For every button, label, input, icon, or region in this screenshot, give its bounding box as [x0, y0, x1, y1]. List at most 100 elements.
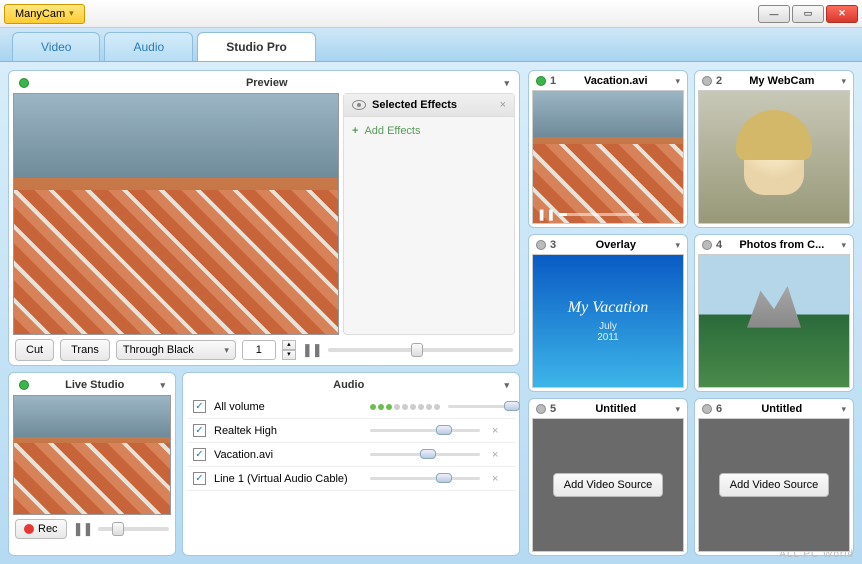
- close-icon[interactable]: ×: [500, 99, 506, 111]
- eye-icon[interactable]: [352, 100, 366, 110]
- audio-source-label: Vacation.avi: [214, 449, 362, 461]
- status-dot-icon: [536, 404, 546, 414]
- source-thumbnail[interactable]: [698, 254, 850, 388]
- source-title: Vacation.avi: [560, 75, 671, 87]
- status-dot-icon: [19, 380, 29, 390]
- add-video-source-button[interactable]: Add Video Source: [719, 473, 829, 497]
- tab-studio-pro[interactable]: Studio Pro: [197, 32, 316, 61]
- source-header: 6 Untitled ▾: [698, 402, 850, 418]
- tab-audio[interactable]: Audio: [104, 32, 193, 61]
- trans-button[interactable]: Trans: [60, 339, 110, 361]
- remove-icon[interactable]: ×: [488, 425, 502, 437]
- tab-strip: Video Audio Studio Pro: [0, 28, 862, 62]
- remove-icon[interactable]: ×: [488, 473, 502, 485]
- spin-up-button[interactable]: ▴: [282, 340, 296, 350]
- add-effects-button[interactable]: + Add Effects: [344, 117, 514, 145]
- effects-pane: Selected Effects × + Add Effects: [343, 93, 515, 335]
- source-header: 3Overlay▾: [532, 238, 684, 254]
- vu-meter: [370, 404, 440, 410]
- preview-header: Preview ▾: [13, 75, 515, 93]
- status-dot-icon: [702, 404, 712, 414]
- status-dot-icon: [19, 78, 29, 88]
- overlay-sub: July: [599, 321, 617, 332]
- live-controls: Rec ❚❚: [13, 515, 171, 539]
- source-cell-4[interactable]: 4 Photos from C... ▾: [694, 234, 854, 392]
- chevron-down-icon[interactable]: ▾: [675, 76, 680, 87]
- status-dot-icon: [536, 76, 546, 86]
- pause-icon[interactable]: ❚❚: [302, 342, 322, 358]
- minimize-button[interactable]: —: [758, 5, 790, 23]
- source-cell-2[interactable]: 2My WebCam▾: [694, 70, 854, 228]
- source-number: 6: [716, 403, 722, 415]
- source-title: Overlay: [560, 239, 671, 251]
- source-title: Photos from C...: [726, 239, 837, 251]
- titlebar: ManyCam — ▭ ✕: [0, 0, 862, 28]
- source-thumbnail[interactable]: My VacationJuly2011: [532, 254, 684, 388]
- maximize-button[interactable]: ▭: [792, 5, 824, 23]
- chevron-down-icon[interactable]: ▾: [160, 380, 165, 391]
- checkbox[interactable]: ✓: [193, 448, 206, 461]
- source-cell-5[interactable]: 5 Untitled ▾ Add Video Source: [528, 398, 688, 556]
- chevron-down-icon[interactable]: ▾: [675, 404, 680, 415]
- volume-slider[interactable]: [370, 477, 480, 480]
- source-thumbnail[interactable]: [698, 90, 850, 224]
- checkbox[interactable]: ✓: [193, 424, 206, 437]
- chevron-down-icon[interactable]: ▾: [841, 76, 846, 87]
- audio-source-label: All volume: [214, 401, 362, 413]
- audio-title: Audio: [193, 379, 504, 391]
- pause-icon[interactable]: ❚❚: [73, 521, 93, 537]
- remove-icon[interactable]: ×: [488, 449, 502, 461]
- preview-panel: Preview ▾ Selected Effects × + Add Effec…: [8, 70, 520, 366]
- source-title: Untitled: [560, 403, 671, 415]
- source-number: 5: [550, 403, 556, 415]
- record-button[interactable]: Rec: [15, 519, 67, 539]
- source-title: Untitled: [726, 403, 837, 415]
- play-controls[interactable]: ❚❚: [537, 208, 639, 221]
- source-thumbnail[interactable]: ❚❚: [532, 90, 684, 224]
- right-column: 1Vacation.avi▾❚❚2My WebCam▾3Overlay▾My V…: [528, 70, 854, 556]
- overlay-title: My Vacation: [568, 299, 648, 317]
- preview-video[interactable]: [13, 93, 339, 335]
- live-slider[interactable]: [98, 527, 169, 531]
- transition-select[interactable]: Through Black ▾: [116, 340, 236, 360]
- bottom-row: Live Studio ▾ Rec ❚❚ Audio: [8, 372, 520, 556]
- workspace: Preview ▾ Selected Effects × + Add Effec…: [0, 62, 862, 564]
- app-menu-button[interactable]: ManyCam: [4, 4, 85, 24]
- window-controls: — ▭ ✕: [758, 5, 858, 23]
- cut-button[interactable]: Cut: [15, 339, 54, 361]
- source-number: 1: [550, 75, 556, 87]
- audio-source-label: Line 1 (Virtual Audio Cable): [214, 473, 362, 485]
- spin-down-button[interactable]: ▾: [282, 350, 296, 360]
- checkbox[interactable]: ✓: [193, 472, 206, 485]
- source-header: 2My WebCam▾: [698, 74, 850, 90]
- audio-rows: ✓All volume✓Realtek High×✓Vacation.avi×✓…: [187, 395, 515, 491]
- source-header: 5 Untitled ▾: [532, 402, 684, 418]
- source-cell-3[interactable]: 3Overlay▾My VacationJuly2011: [528, 234, 688, 392]
- duration-spinner: ▴ ▾: [282, 340, 296, 360]
- volume-slider[interactable]: [370, 429, 480, 432]
- preview-slider[interactable]: [328, 348, 513, 352]
- source-number: 4: [716, 239, 722, 251]
- effects-header: Selected Effects ×: [344, 94, 514, 117]
- status-dot-icon: [702, 240, 712, 250]
- duration-input[interactable]: [242, 340, 276, 360]
- source-number: 2: [716, 75, 722, 87]
- pause-icon[interactable]: ❚❚: [537, 208, 555, 221]
- status-dot-icon: [702, 76, 712, 86]
- audio-row: ✓ Vacation.avi ×: [187, 443, 515, 467]
- live-video[interactable]: [13, 395, 171, 515]
- chevron-down-icon[interactable]: ▾: [675, 240, 680, 251]
- chevron-down-icon[interactable]: ▾: [504, 78, 509, 89]
- tab-video[interactable]: Video: [12, 32, 100, 61]
- chevron-down-icon[interactable]: ▾: [841, 404, 846, 415]
- close-button[interactable]: ✕: [826, 5, 858, 23]
- app-title: ManyCam: [15, 8, 65, 20]
- source-cell-6[interactable]: 6 Untitled ▾ Add Video Source: [694, 398, 854, 556]
- source-cell-1[interactable]: 1 Vacation.avi ▾ ❚❚: [528, 70, 688, 228]
- volume-slider[interactable]: [370, 453, 480, 456]
- chevron-down-icon[interactable]: ▾: [841, 240, 846, 251]
- volume-slider[interactable]: [448, 405, 509, 408]
- checkbox[interactable]: ✓: [193, 400, 206, 413]
- add-video-source-button[interactable]: Add Video Source: [553, 473, 663, 497]
- chevron-down-icon[interactable]: ▾: [504, 380, 509, 391]
